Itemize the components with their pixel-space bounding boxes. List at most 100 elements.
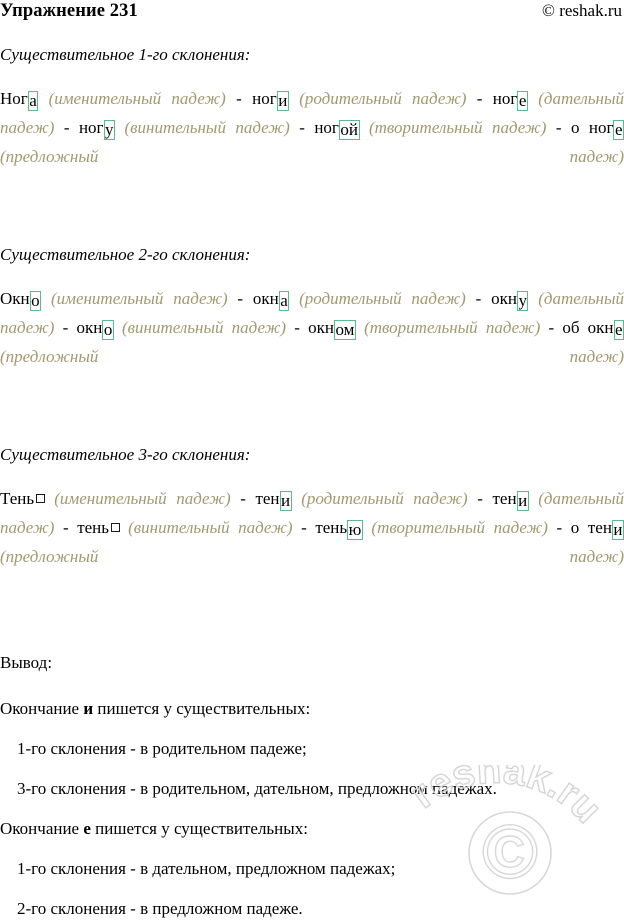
form-separator: - <box>477 489 483 508</box>
declension-forms-paragraph: Окно (именительный падеж) - окна (родите… <box>0 284 624 400</box>
word-stem: об окн <box>562 318 613 337</box>
word-ending-box: а <box>279 291 290 311</box>
copyright-notice: © reshak.ru <box>542 0 624 22</box>
grammatical-case-label: (винительный падеж) <box>122 318 286 337</box>
word-ending-box: е <box>614 320 624 340</box>
rule-text-before: Окончание <box>0 819 83 838</box>
form-separator: - <box>476 289 482 308</box>
form-separator: - <box>237 289 243 308</box>
form-separator: - <box>301 518 307 537</box>
rule-letter: и <box>83 699 93 718</box>
grammatical-case-label: (именительный падеж) <box>49 89 226 108</box>
declension-forms-paragraph: Нога (именительный падеж) - ноги (родите… <box>0 84 624 200</box>
noun-form: окно <box>76 318 113 337</box>
word-ending-box: о <box>30 291 42 311</box>
noun-form: тень <box>77 518 119 537</box>
conclusion-rule-group: Окончание и пишется у существительных: 1… <box>0 698 624 800</box>
word-stem: тен <box>255 489 279 508</box>
form-separator: - <box>556 118 562 137</box>
grammatical-case-label: (именительный падеж) <box>54 489 230 508</box>
word-ending-box: и <box>277 91 289 111</box>
noun-form: о ноге <box>571 118 624 137</box>
noun-form: Нога <box>0 89 38 108</box>
form-separator: - <box>294 318 300 337</box>
word-stem: тень <box>77 518 109 537</box>
noun-form: ноги <box>252 89 289 108</box>
noun-form: тени <box>255 489 291 508</box>
form-separator: - <box>557 518 563 537</box>
conclusion-list-item: 1-го склонения - в родительном падеже; <box>0 738 624 760</box>
form-separator: - <box>63 518 69 537</box>
conclusion-list-item: 1-го склонения - в дательном, предложном… <box>0 858 624 880</box>
rule-text-after: пишется у существительных: <box>91 819 308 838</box>
word-stem: о ног <box>571 118 614 137</box>
word-stem: окн <box>76 318 102 337</box>
declension-section-1: Существительное 1-го склонения: Нога (им… <box>0 44 624 200</box>
word-ending-box: ом <box>334 320 356 340</box>
word-stem: ног <box>314 118 339 137</box>
word-ending-box: а <box>28 91 39 111</box>
page-header: Упражнение 231 © reshak.ru <box>0 0 624 26</box>
declension-section-2: Существительное 2-го склонения: Окно (им… <box>0 244 624 400</box>
conclusion-block: Вывод: Окончание и пишется у существител… <box>0 652 624 920</box>
word-ending-box: у <box>517 291 529 311</box>
conclusion-rule-heading: Окончание и пишется у существительных: <box>0 698 624 720</box>
page-title: Упражнение 231 <box>0 0 138 22</box>
word-stem: Окн <box>0 289 30 308</box>
grammatical-case-label: (именительный падеж) <box>51 289 228 308</box>
conclusion-list-item: 2-го склонения - в предложном падеже. <box>0 898 624 920</box>
word-ending-box: е <box>613 120 624 140</box>
form-separator: - <box>63 318 69 337</box>
word-stem: ног <box>493 89 518 108</box>
grammatical-case-label: (творительный падеж) <box>364 318 540 337</box>
zero-ending-marker <box>36 494 45 503</box>
word-stem: окн <box>308 318 334 337</box>
declension-section-3: Существительное 3-го склонения: Тень (им… <box>0 444 624 600</box>
word-ending-box: и <box>517 491 529 511</box>
rule-text-before: Окончание <box>0 699 83 718</box>
word-stem: окн <box>253 289 279 308</box>
word-stem: тен <box>493 489 517 508</box>
conclusion-rule-heading: Окончание е пишется у существительных: <box>0 818 624 840</box>
noun-form: ногу <box>79 118 115 137</box>
word-ending-box: и <box>280 491 292 511</box>
rule-letter: е <box>83 819 91 838</box>
form-separator: - <box>64 118 70 137</box>
noun-form: ноге <box>493 89 528 108</box>
word-stem: ног <box>252 89 277 108</box>
form-separator: - <box>240 489 246 508</box>
noun-form: о тени <box>571 518 624 537</box>
grammatical-case-label: (винительный падеж) <box>128 518 292 537</box>
form-separator: - <box>477 89 483 108</box>
grammatical-case-label: (творительный падеж) <box>369 118 546 137</box>
grammatical-case-label: (родительный падеж) <box>299 89 466 108</box>
section-heading: Существительное 1-го склонения: <box>0 44 624 66</box>
word-stem: окн <box>491 289 517 308</box>
grammatical-case-label: (предложный падеж) <box>0 347 624 366</box>
noun-form: окном <box>308 318 356 337</box>
word-stem: тень <box>315 518 347 537</box>
word-ending-box: и <box>612 520 624 540</box>
form-separator: - <box>236 89 242 108</box>
word-stem: Ног <box>0 89 28 108</box>
document-page: Упражнение 231 © reshak.ru Существительн… <box>0 0 624 899</box>
word-ending-box: у <box>104 120 116 140</box>
noun-form: ногой <box>314 118 359 137</box>
noun-form: Окно <box>0 289 41 308</box>
form-separator: - <box>299 118 305 137</box>
rule-text-after: пишется у существительных: <box>93 699 310 718</box>
word-stem: о тен <box>571 518 612 537</box>
word-ending-box: ю <box>347 520 363 540</box>
word-stem: ног <box>79 118 104 137</box>
noun-form: тени <box>493 489 529 508</box>
noun-form: окна <box>253 289 289 308</box>
word-ending-box: е <box>517 91 528 111</box>
conclusion-label: Вывод: <box>0 652 624 674</box>
noun-form: об окне <box>562 318 624 337</box>
conclusion-list-item: 3-го склонения - в родительном, дательно… <box>0 778 624 800</box>
noun-form: окну <box>491 289 528 308</box>
word-stem: Тень <box>0 489 34 508</box>
grammatical-case-label: (предложный падеж) <box>0 547 624 566</box>
grammatical-case-label: (предложный падеж) <box>0 147 624 166</box>
zero-ending-marker <box>111 523 120 532</box>
